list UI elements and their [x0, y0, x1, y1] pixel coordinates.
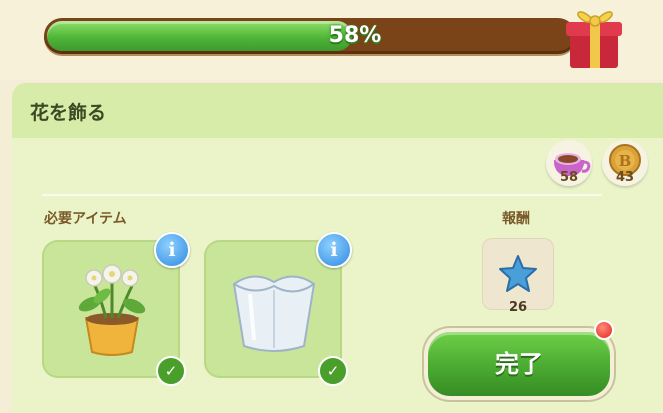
progress-percent: 58%: [328, 23, 382, 48]
required-items-label: 必要アイテム: [44, 211, 127, 227]
progress-fill: [47, 21, 352, 51]
teacup-count: 58: [559, 170, 579, 185]
svg-text:B: B: [619, 152, 632, 170]
check-icon: ✓: [318, 356, 348, 386]
coin-count: 43: [615, 170, 635, 185]
teacup-resource: 58: [546, 140, 592, 186]
quest-panel: 花を飾る 58 B 43 必要アイテム 報酬 i ✓ i ✓ 26 完了: [12, 84, 663, 413]
coin-resource: B 43: [602, 140, 648, 186]
complete-button[interactable]: 完了: [428, 332, 610, 396]
info-button[interactable]: i: [154, 232, 190, 268]
notification-dot: [594, 320, 614, 340]
panel-header: 花を飾る: [12, 84, 663, 138]
divider: [42, 194, 602, 196]
quest-title: 花を飾る: [30, 102, 107, 124]
check-icon: ✓: [156, 356, 186, 386]
reward-count: 26: [508, 300, 528, 315]
info-button[interactable]: i: [316, 232, 352, 268]
progress-bar: 58%: [44, 18, 576, 54]
gift-icon[interactable]: [560, 0, 630, 72]
reward-label: 報酬: [502, 211, 530, 227]
